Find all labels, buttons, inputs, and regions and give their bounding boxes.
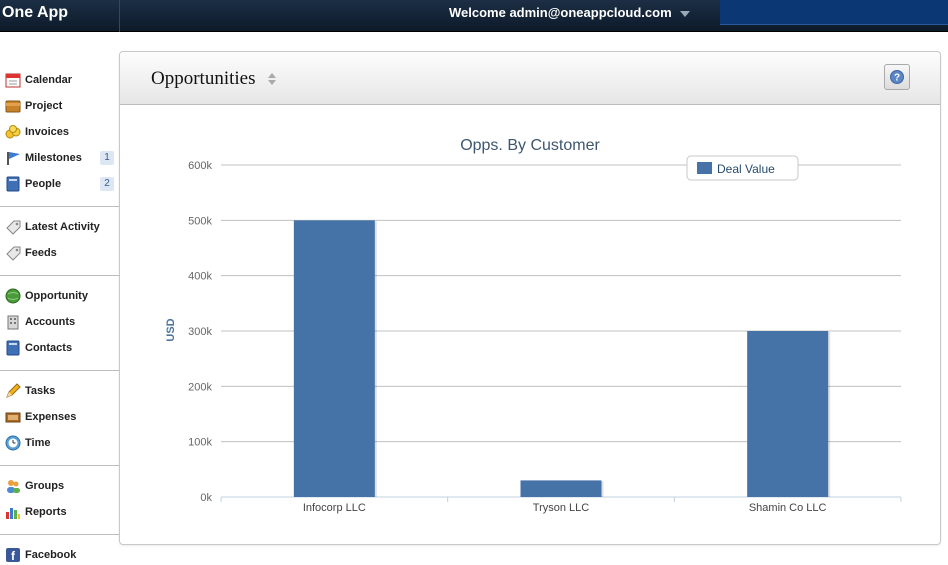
legend-swatch <box>697 162 712 174</box>
x-tick-label: Shamin Co LLC <box>749 502 827 514</box>
opps-chart: 0k 100k 200k 300k 400k 500k 600k Infocorp LLC Tr… <box>165 137 902 514</box>
y-tick-label: 100k <box>188 437 212 449</box>
bar <box>520 480 602 497</box>
y-axis-label: USD <box>165 318 177 341</box>
y-tick-label: 500k <box>188 215 212 227</box>
legend-label: Deal Value <box>717 162 775 176</box>
y-tick-label: 600k <box>188 160 212 172</box>
y-tick-label: 200k <box>188 381 212 393</box>
bar <box>747 331 829 497</box>
x-tick-label: Infocorp LLC <box>303 502 366 514</box>
y-tick-label: 300k <box>188 326 212 338</box>
y-tick-label: 0k <box>200 492 212 504</box>
x-tick-label: Tryson LLC <box>533 502 590 514</box>
y-tick-label: 400k <box>188 271 212 283</box>
bar <box>293 220 375 498</box>
chart-title: Opps. By Customer <box>460 137 600 154</box>
